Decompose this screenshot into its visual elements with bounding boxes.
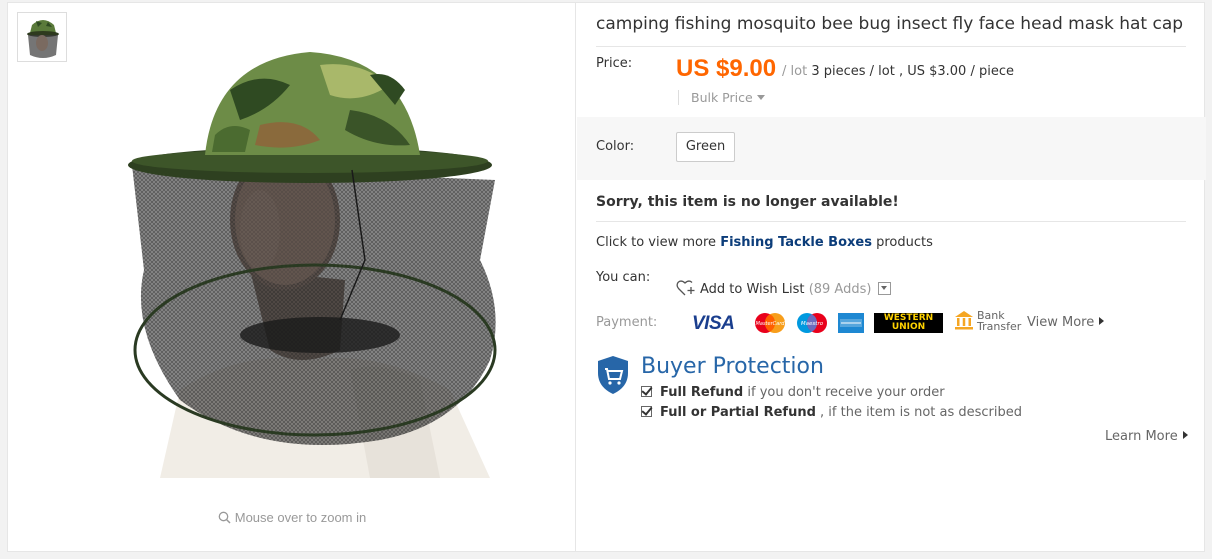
- magnifier-icon: [218, 511, 231, 527]
- zoom-hint: Mouse over to zoom in: [8, 510, 576, 527]
- image-gallery: Mouse over to zoom in: [8, 3, 576, 551]
- arrow-right-icon: [1099, 317, 1105, 325]
- payment-view-more[interactable]: View More: [1027, 315, 1105, 330]
- payment-view-more-label: View More: [1027, 315, 1095, 330]
- wu-line2: UNION: [891, 322, 926, 332]
- color-label: Color:: [596, 139, 635, 154]
- product-main-image[interactable]: [120, 30, 504, 478]
- price-unit: / lot 3 pieces / lot , US $3.00 / piece: [782, 64, 1014, 79]
- product-detail-panel: Mouse over to zoom in camping fishing mo…: [7, 2, 1206, 552]
- hat-net-image: [120, 30, 504, 478]
- category-link[interactable]: Fishing Tackle Boxes: [720, 235, 872, 250]
- price-detail: 3 pieces / lot , US $3.00 / piece: [811, 64, 1014, 79]
- wishlist-count: (89 Adds): [808, 282, 872, 297]
- bulk-price-label: Bulk Price: [691, 90, 753, 105]
- svg-text:MasterCard: MasterCard: [756, 321, 786, 327]
- product-info: camping fishing mosquito bee bug insect …: [577, 3, 1206, 551]
- visa-icon: VISA: [692, 313, 735, 334]
- bank-transfer-icon: Bank Transfer: [954, 310, 1021, 332]
- bank-line2: Transfer: [977, 320, 1022, 333]
- view-more-suffix: products: [876, 235, 933, 250]
- price-label: Price:: [596, 56, 633, 71]
- view-more-line: Click to view more Fishing Tackle Boxes …: [596, 235, 933, 250]
- mastercard-icon: MasterCard: [755, 313, 786, 333]
- color-section: [577, 117, 1206, 180]
- wishlist-label: Add to Wish List: [700, 282, 805, 297]
- thumbnail-image: [18, 13, 66, 61]
- product-title: camping fishing mosquito bee bug insect …: [596, 14, 1186, 47]
- bank-building-icon: [955, 311, 973, 330]
- bulk-price-dropdown[interactable]: Bulk Price: [678, 90, 765, 105]
- checkbox-icon: [641, 386, 652, 397]
- caret-down-icon: [756, 95, 765, 100]
- add-to-wishlist[interactable]: Add to Wish List (89 Adds): [676, 279, 891, 301]
- protection-item1-bold: Full Refund: [660, 385, 744, 400]
- view-more-prefix: Click to view more: [596, 235, 717, 250]
- protection-item2-bold: Full or Partial Refund: [660, 405, 816, 420]
- price-unit-lot: / lot: [782, 64, 808, 79]
- protection-item1-rest: if you don't receive your order: [743, 385, 945, 400]
- shield-cart-icon: [598, 356, 628, 394]
- arrow-right-icon: [1182, 431, 1188, 439]
- learn-more-label: Learn More: [1105, 429, 1178, 444]
- maestro-icon: Maestro: [797, 313, 827, 333]
- buyer-protection-title: Buyer Protection: [641, 354, 824, 379]
- product-price: US $9.00: [676, 55, 777, 82]
- protection-item-full-refund: Full Refund if you don't receive your or…: [641, 385, 945, 400]
- zoom-hint-text: Mouse over to zoom in: [234, 510, 367, 525]
- product-thumbnail[interactable]: [17, 12, 67, 62]
- color-option-green[interactable]: Green: [676, 132, 735, 162]
- amex-icon: [838, 313, 864, 333]
- svg-text:Maestro: Maestro: [801, 321, 824, 327]
- protection-item2-rest: , if the item is not as described: [815, 405, 1023, 420]
- checkbox-icon: [641, 406, 652, 417]
- you-can-label: You can:: [596, 270, 651, 285]
- protection-item-partial-refund: Full or Partial Refund , if the item is …: [641, 405, 1022, 420]
- payment-label: Payment:: [596, 315, 658, 330]
- wishlist-dropdown-icon[interactable]: [877, 282, 891, 295]
- western-union-icon: WESTERN UNION: [874, 313, 943, 333]
- unavailable-notice: Sorry, this item is no longer available!: [596, 194, 1186, 222]
- heart-plus-icon: [676, 279, 696, 301]
- learn-more-link[interactable]: Learn More: [1105, 429, 1188, 444]
